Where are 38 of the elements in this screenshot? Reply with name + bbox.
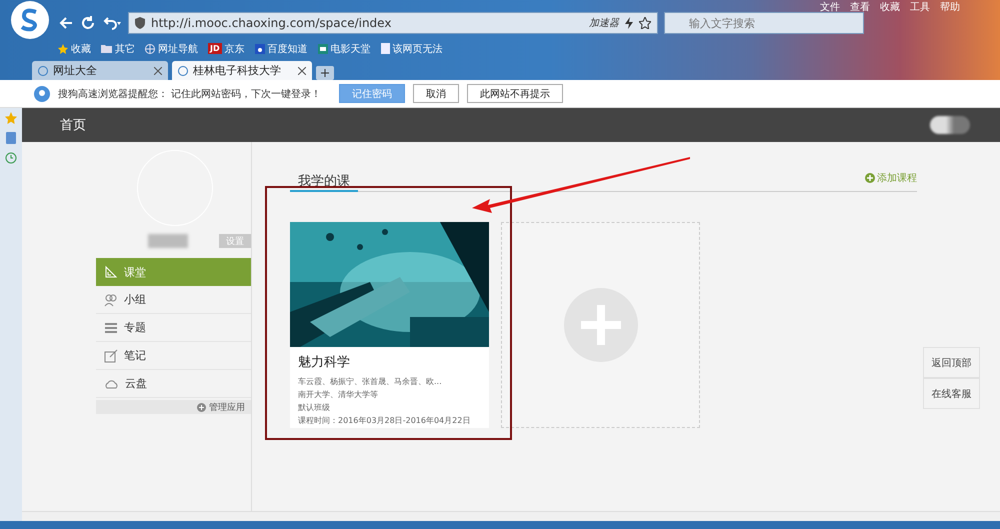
course-title: 魅力科学 — [297, 354, 351, 372]
bookmark-link[interactable]: 百度知道 — [254, 42, 308, 56]
course-teachers: 车云霞、杨振宁、张首晟、马余晋、欧... — [297, 376, 443, 388]
browser-tab[interactable]: 桂林电子科技大学 — [172, 61, 312, 80]
bookmark-link[interactable]: 其它 — [101, 42, 135, 56]
accelerator-label[interactable]: 加速器 — [589, 16, 619, 30]
side-button[interactable]: 在线客服 — [923, 378, 980, 409]
menu-item[interactable]: 工具 — [910, 0, 930, 14]
bookmark-link[interactable]: 收藏 — [58, 42, 91, 56]
course-schools: 南开大学、清华大学等 — [297, 389, 379, 401]
search-field[interactable]: 输入文字搜索 — [664, 12, 864, 34]
manage-apps-label: 管理应用 — [209, 402, 245, 414]
bookmark-link[interactable]: JD 京东 — [208, 42, 245, 56]
nav-item[interactable]: 小组 — [96, 286, 251, 314]
nav-item[interactable]: 笔记 — [96, 342, 251, 370]
nav-item[interactable]: 云盘 — [96, 370, 251, 398]
nav-item[interactable]: 专题 — [96, 314, 251, 342]
menu-item[interactable]: 查看 — [850, 0, 870, 14]
url-text: http://i.mooc.chaoxing.com/space/index — [151, 16, 392, 30]
home-title[interactable]: 首页 — [60, 116, 86, 134]
menu-item[interactable]: 文件 — [820, 0, 840, 14]
menu-item[interactable]: 帮助 — [940, 0, 960, 14]
bookmark-link[interactable]: 电影天堂 — [318, 42, 371, 56]
course-time: 课程时间：2016年03月28日-2016年04月22日 — [297, 415, 472, 427]
password-prompt-text: 搜狗高速浏览器提醒您： 记住此网站密码，下次一键登录！ — [58, 88, 322, 100]
manage-apps-bar[interactable]: 管理应用 — [96, 400, 251, 414]
section-title[interactable]: 我学的课 — [290, 172, 358, 192]
prompt-button[interactable]: 此网站不再提示 — [467, 84, 564, 103]
address-bar[interactable]: http://i.mooc.chaoxing.com/space/index 加速器 — [128, 12, 658, 34]
course-class: 默认班级 — [297, 402, 331, 414]
side-button[interactable]: 返回顶部 — [923, 347, 980, 378]
bookmark-link[interactable]: 该网页无法 — [380, 42, 443, 56]
store-logo: JD — [208, 43, 222, 54]
menu-item[interactable]: 收藏 — [880, 0, 900, 14]
prompt-button[interactable]: 取消 — [413, 84, 460, 103]
bookmark-link[interactable]: 网址导航 — [145, 42, 198, 56]
browser-tab[interactable]: 网址大全 — [32, 61, 168, 80]
course-card[interactable]: 魅力科学 车云霞、杨振宁、张首晟、马余晋、欧... 南开大学、清华大学等 默认班级 课程时间：2016年03月28日-2016年04月22日 — [290, 222, 489, 428]
